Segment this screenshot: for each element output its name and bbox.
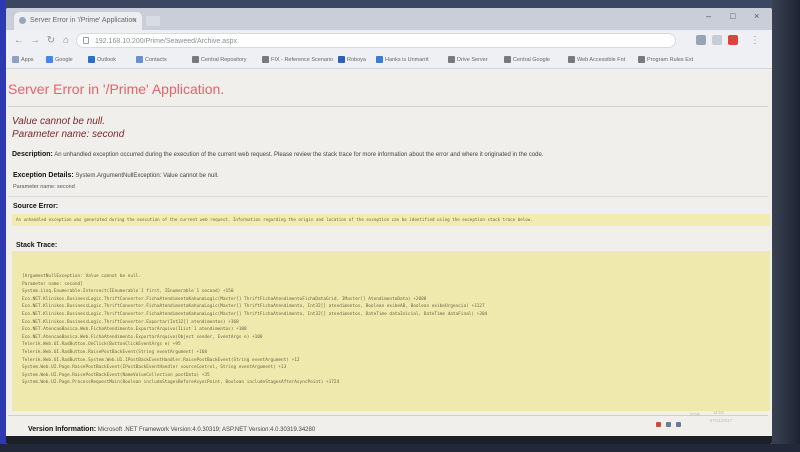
tray-app-icon[interactable] [656, 422, 661, 427]
roboya-icon [338, 56, 345, 63]
page-title: Server Error in '/Prime' Application. [8, 81, 225, 97]
divider [8, 196, 768, 197]
google-icon [504, 56, 511, 63]
exception-parameter: Parameter name: second [13, 184, 75, 190]
page-icon [192, 56, 199, 63]
bookmark-item[interactable]: Google [46, 55, 73, 65]
maximize-button[interactable]: □ [730, 11, 735, 21]
page-icon [262, 56, 269, 63]
close-window-button[interactable]: × [754, 11, 759, 21]
tray-date[interactable]: 07/11/2017 [710, 418, 732, 423]
taskbar [6, 436, 772, 444]
stack-line: System.Web.UI.Page.RaisePostBackEvent(IP… [22, 365, 287, 371]
page-favicon-icon [19, 17, 26, 24]
source-error-box: An unhandled exception was generated dur… [12, 214, 770, 226]
tab-strip: Server Error in '/Prime' Application × –… [6, 8, 772, 30]
new-tab-button[interactable] [146, 16, 160, 26]
divider [8, 415, 768, 416]
page-icon [568, 56, 575, 63]
error-parameter: Parameter name: second [12, 129, 125, 140]
volume-icon[interactable] [676, 422, 681, 427]
stack-line: [ArgumentNullException: Value cannot be … [22, 274, 141, 279]
monitor-bezel-right [772, 0, 800, 452]
bookmark-item[interactable]: Outlook [88, 55, 116, 65]
apps-grid-icon [12, 56, 19, 63]
page-icon [448, 56, 455, 63]
stack-line: Eco.NET.Klinikos.BusinessLogic.ThriftCon… [22, 311, 488, 317]
bookmark-item[interactable]: Apps [12, 55, 34, 65]
home-icon[interactable]: ⌂ [59, 34, 73, 48]
stack-line: Parameter name: second] [22, 281, 83, 287]
tab-close-icon[interactable]: × [132, 12, 137, 30]
stack-line: System.Linq.Enumerable.Intersect(IEnumer… [22, 289, 234, 295]
extension-icon[interactable] [696, 35, 706, 45]
tray-time[interactable]: 11:00 [713, 410, 724, 415]
stack-line: System.Web.UI.Page.ProcessRequestMain(Bo… [22, 380, 340, 386]
bookmark-item[interactable]: Central Google [504, 55, 550, 65]
bookmark-item[interactable]: Web Accessible Fnt [568, 55, 625, 65]
extension-red-icon[interactable] [728, 35, 738, 45]
outlook-icon [88, 56, 95, 63]
menu-kebab-icon[interactable]: ⋮ [748, 34, 762, 48]
tab-title: Server Error in '/Prime' Application [30, 17, 137, 24]
description-text: An unhandled exception occurred during t… [54, 152, 544, 158]
bookmark-star-icon[interactable] [712, 35, 722, 45]
back-arrow-icon[interactable]: ← [12, 34, 26, 48]
exception-label: Exception Details: [13, 172, 74, 179]
minimize-button[interactable]: – [706, 11, 711, 21]
bookmark-item[interactable]: Program Rules Ext [638, 55, 693, 65]
info-icon [83, 37, 89, 44]
stack-line: Telerik.Web.UI.RadButton.OnClick(ButtonC… [22, 342, 181, 348]
stack-trace-heading: Stack Trace: [16, 242, 58, 249]
exception-text: System.ArgumentNullException: Value cann… [75, 173, 219, 179]
bookmark-item[interactable]: Drive Server [448, 55, 488, 65]
source-error-heading: Source Error: [13, 203, 59, 210]
browser-toolbar: ← → ↻ ⌂ 192.168.10.200/Prime/Seaweed/Arc… [6, 30, 772, 52]
drive-icon [376, 56, 383, 63]
bookmark-item[interactable]: Hanks is Unmarrit [376, 55, 429, 65]
description-block: Description: An unhandled exception occu… [12, 151, 543, 158]
forward-arrow-icon[interactable]: → [28, 34, 42, 48]
bookmark-item[interactable]: Roboya [338, 55, 366, 65]
stack-line: Telerik.Web.UI.RadButton.RaisePostBackEv… [22, 349, 208, 355]
monitor-bezel-bottom [0, 444, 800, 452]
version-information: Version Information: Microsoft .NET Fram… [28, 426, 315, 433]
page-icon [638, 56, 645, 63]
stack-line: Telerik.Web.UI.RadButton.System.Web.UI.I… [22, 357, 300, 363]
stack-line: Eco.NET.Klinikos.BusinessLogic.ThriftCon… [22, 319, 239, 325]
bookmark-item[interactable]: FIX - Reference Scenario [262, 55, 333, 65]
version-label: Version Information: [28, 426, 97, 433]
stack-line: Eco.NET.AtencaoBasica.Web.FichaAtendimen… [22, 334, 263, 340]
error-page: Server Error in '/Prime' Application. Va… [6, 69, 772, 444]
stack-line: Eco.NET.Klinikos.BusinessLogic.ThriftCon… [22, 304, 485, 310]
bookmarks-bar: Apps Google Outlook Contacts Central Rep… [6, 52, 772, 69]
google-icon [46, 56, 53, 63]
address-url: 192.168.10.200/Prime/Seaweed/Archive.asp… [95, 38, 238, 45]
stack-line: Eco.NET.AtencaoBasica.Web.FichaAtendimen… [22, 327, 247, 333]
stack-line: System.Web.UI.Page.RaisePostBackEvent(Na… [22, 372, 210, 378]
bookmark-item[interactable]: Contacts [136, 55, 167, 65]
divider [8, 106, 768, 107]
browser-tab[interactable]: Server Error in '/Prime' Application × [14, 12, 142, 30]
monitor-bezel-top [0, 0, 800, 8]
error-message: Value cannot be null. [12, 116, 106, 127]
tray-language[interactable]: POR [690, 412, 700, 417]
exception-details: Exception Details: System.ArgumentNullEx… [13, 172, 219, 179]
address-bar[interactable]: 192.168.10.200/Prime/Seaweed/Archive.asp… [76, 33, 676, 48]
description-label: Description: [12, 151, 53, 158]
network-icon[interactable] [666, 422, 671, 427]
browser-window: Server Error in '/Prime' Application × –… [6, 8, 772, 444]
stack-trace-box: [ArgumentNullException: Value cannot be … [12, 251, 770, 411]
bookmark-item[interactable]: Central Repository [192, 55, 247, 65]
reload-icon[interactable]: ↻ [44, 34, 58, 48]
contacts-icon [136, 56, 143, 63]
version-text: Microsoft .NET Framework Version:4.0.303… [97, 427, 316, 433]
stack-line: Eco.NET.Klinikos.BusinessLogic.ThriftCon… [22, 296, 427, 302]
